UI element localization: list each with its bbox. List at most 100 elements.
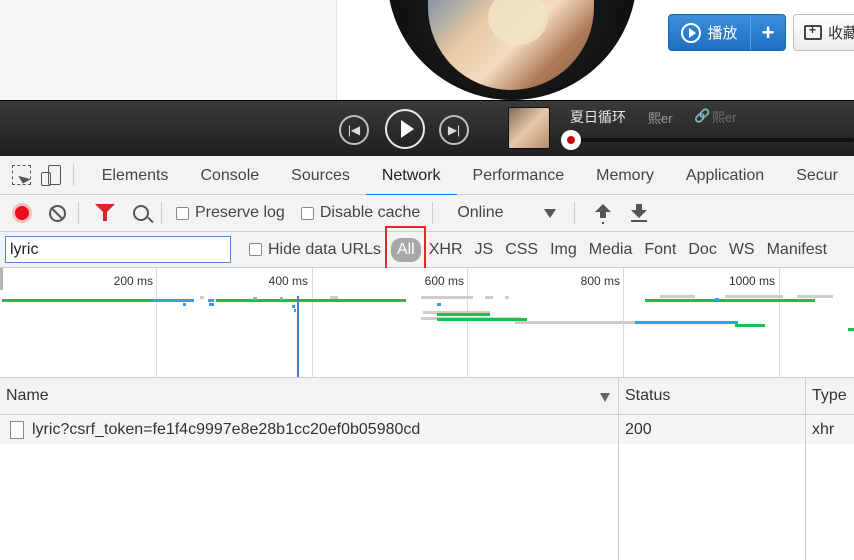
timing-bar (797, 295, 833, 298)
document-icon (10, 420, 24, 439)
disable-cache-checkbox[interactable]: Disable cache (300, 204, 421, 222)
timing-bar (715, 298, 719, 301)
time-label: 600 ms (424, 274, 464, 288)
tab-sources[interactable]: Sources (275, 156, 366, 195)
filter-type-manifest[interactable]: Manifest (761, 238, 833, 262)
search-icon[interactable] (133, 205, 149, 221)
grid-line (779, 268, 780, 377)
column-name-label: Name (6, 387, 49, 404)
checkbox-box[interactable] (176, 206, 189, 220)
filter-type-ws[interactable]: WS (723, 238, 761, 262)
link-icon[interactable]: 🔗 (694, 108, 710, 124)
timing-bar (421, 296, 473, 299)
timing-bar (735, 324, 765, 327)
cell-status: 200 (619, 415, 806, 444)
grid-line (467, 268, 468, 377)
network-overview-timeline[interactable]: 200 ms 400 ms 600 ms 800 ms 1000 ms (0, 268, 854, 378)
column-header-type[interactable]: Type (806, 378, 854, 414)
inspect-element-icon[interactable] (12, 165, 31, 185)
filter-bar: Hide data URLs All XHR JS CSS Img Media … (0, 232, 854, 268)
collect-label: 收藏 (828, 25, 854, 42)
divider (432, 202, 434, 224)
hide-data-urls-label: Hide data URLs (268, 240, 381, 258)
filter-type-doc[interactable]: Doc (682, 238, 722, 262)
hide-data-urls-checkbox[interactable]: Hide data URLs (249, 241, 381, 259)
timing-bar (253, 297, 257, 300)
play-all-button[interactable]: 播放 (669, 15, 751, 50)
grid-line (312, 268, 313, 377)
song-title[interactable]: 夏日循环 (570, 107, 626, 127)
filter-input[interactable] (5, 236, 231, 263)
play-all-button-group: 播放 + (668, 14, 786, 51)
filter-icon[interactable] (95, 204, 115, 222)
timing-bar (645, 299, 815, 302)
clear-button[interactable] (49, 204, 66, 222)
previous-track-button[interactable]: |◀ (339, 115, 369, 145)
sort-descending-icon (600, 393, 610, 402)
music-player-bar: |◀ ▶| 夏日循环 熙er 🔗 熙er (0, 100, 854, 156)
devtools-tab-strip: Elements Console Sources Network Perform… (0, 156, 854, 196)
tab-security[interactable]: Secur (780, 156, 854, 195)
timeline-cursor (297, 296, 299, 377)
timing-bar (216, 299, 406, 302)
filter-type-css[interactable]: CSS (499, 238, 544, 262)
progress-track[interactable] (565, 138, 854, 142)
timing-bar (485, 296, 493, 299)
table-row[interactable]: lyric?csrf_token=fe1f4c9997e8e28b1cc20ef… (0, 415, 854, 444)
play-circle-icon (681, 22, 702, 43)
device-toolbar-icon[interactable] (40, 165, 61, 186)
timing-bar (209, 303, 214, 306)
tab-elements[interactable]: Elements (86, 156, 185, 195)
timing-bar (635, 321, 738, 324)
timing-bar (437, 303, 441, 306)
requests-table-body: lyric?csrf_token=fe1f4c9997e8e28b1cc20ef… (0, 415, 854, 560)
filter-type-xhr[interactable]: XHR (423, 238, 469, 262)
source-text: 熙er (712, 110, 737, 125)
now-playing-thumbnail[interactable] (508, 107, 550, 149)
timing-bar (292, 305, 295, 308)
column-header-status[interactable]: Status (619, 378, 806, 414)
next-track-button[interactable]: ▶| (439, 115, 469, 145)
screen: 播放 + 收藏 |◀ ▶| 夏日循环 熙er 🔗 熙er Elements Co… (0, 0, 854, 560)
throttling-value: Online (457, 204, 504, 221)
time-label: 1000 ms (728, 274, 775, 288)
tab-console[interactable]: Console (184, 156, 275, 195)
tab-network[interactable]: Network (365, 156, 457, 196)
timing-bar (437, 318, 527, 321)
timing-bar (152, 299, 194, 302)
throttling-select[interactable]: Online (457, 204, 556, 222)
checkbox-box[interactable] (300, 206, 314, 220)
collect-button[interactable]: 收藏 (793, 14, 854, 51)
tab-application[interactable]: Application (670, 156, 780, 195)
preserve-log-checkbox[interactable]: Preserve log (176, 204, 285, 222)
timing-bar (848, 328, 854, 331)
record-button[interactable] (12, 203, 32, 223)
filter-type-js[interactable]: JS (469, 238, 500, 262)
add-to-playlist-button[interactable]: + (751, 15, 785, 50)
filter-type-media[interactable]: Media (583, 238, 639, 262)
export-har-icon[interactable] (630, 204, 647, 222)
progress-knob[interactable] (561, 130, 581, 150)
divider (573, 202, 575, 224)
tab-memory[interactable]: Memory (580, 156, 670, 195)
divider (72, 164, 74, 186)
filter-type-img[interactable]: Img (544, 238, 583, 262)
overview-window-handle[interactable] (0, 268, 3, 290)
checkbox-box[interactable] (249, 243, 262, 256)
time-label: 200 ms (113, 274, 153, 288)
network-toolbar: Preserve log Disable cache Online (0, 195, 854, 232)
timing-bar (2, 299, 152, 302)
disable-cache-label: Disable cache (319, 204, 421, 221)
timing-bar (294, 309, 296, 312)
tab-performance[interactable]: Performance (457, 156, 581, 195)
play-button[interactable] (385, 109, 425, 149)
request-name[interactable]: lyric?csrf_token=fe1f4c9997e8e28b1cc20ef… (32, 421, 420, 439)
song-artist[interactable]: 熙er (648, 108, 673, 127)
import-har-icon[interactable] (594, 204, 611, 222)
filter-type-font[interactable]: Font (638, 238, 682, 262)
column-header-name[interactable]: Name (0, 378, 619, 414)
timing-bar (725, 295, 783, 298)
time-label: 400 ms (268, 274, 308, 288)
resource-type-filters: All XHR JS CSS Img Media Font Doc WS Man… (389, 237, 833, 262)
timing-bar (437, 313, 490, 316)
